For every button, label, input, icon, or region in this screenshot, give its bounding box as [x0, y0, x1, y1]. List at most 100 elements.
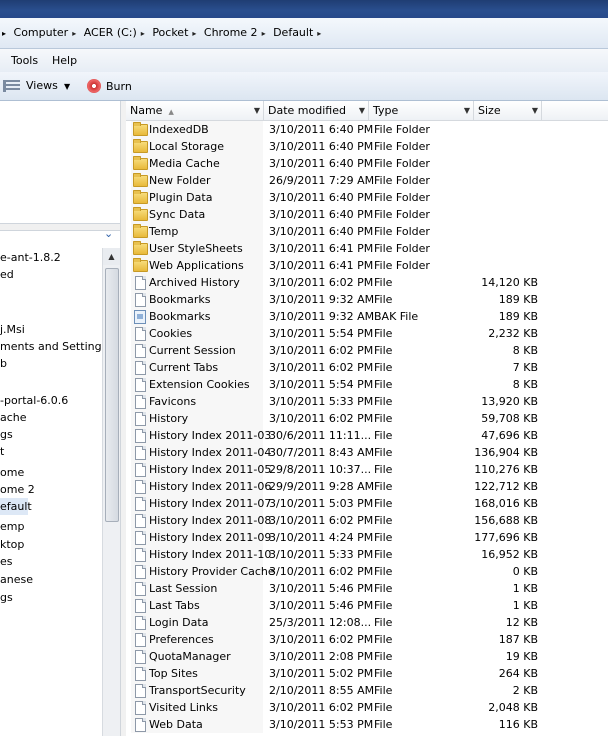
- folder-tree-item[interactable]: CLE.BIN: [0, 231, 43, 232]
- column-filter-arrow-icon[interactable]: ▼: [254, 101, 260, 120]
- file-row[interactable]: New Folder 26/9/2011 7:29 AM File Folder: [126, 172, 608, 189]
- navigation-pane: ⌄ :)CLE.BINe-ant-1.8.2edj.Msiments and S…: [0, 101, 121, 736]
- breadcrumb-item-pocket[interactable]: Pocket ▸: [152, 26, 196, 39]
- file-row[interactable]: Visited Links 3/10/2011 6:02 PM File 2,048 …: [126, 699, 608, 716]
- scroll-thumb[interactable]: [105, 268, 119, 522]
- file-row[interactable]: History Provider Cache 3/10/2011 6:02 PM F…: [126, 563, 608, 580]
- views-button[interactable]: Views: [3, 79, 58, 92]
- file-type: File: [374, 718, 393, 731]
- file-type: File: [374, 293, 393, 306]
- folder-tree-item[interactable]: ome: [0, 464, 24, 481]
- column-filter-arrow-icon[interactable]: ▼: [532, 101, 538, 120]
- column-header-date-modified[interactable]: Date modified ▼: [264, 101, 369, 120]
- file-size: 14,120 KB: [481, 276, 538, 289]
- file-row[interactable]: Cookies 3/10/2011 5:54 PM File 2,232 KB: [126, 325, 608, 342]
- folder-tree-item[interactable]: es: [0, 553, 13, 570]
- file-row[interactable]: Media Cache 3/10/2011 6:40 PM File Folder: [126, 155, 608, 172]
- file-row[interactable]: Current Session 3/10/2011 6:02 PM File 8 KB: [126, 342, 608, 359]
- file-row[interactable]: Bookmarks 3/10/2011 9:32 AM File 189 KB: [126, 291, 608, 308]
- folder-tree-item[interactable]: ome 2: [0, 481, 35, 498]
- folder-tree-scrollbar[interactable]: ▲: [102, 248, 120, 736]
- file-row[interactable]: TransportSecurity 2/10/2011 8:55 AM File 2 …: [126, 682, 608, 699]
- folder-tree-item[interactable]: efault: [0, 498, 32, 515]
- breadcrumb-item-acer[interactable]: ACER (C:) ▸: [84, 26, 145, 39]
- file-row[interactable]: History Index 2011-08 3/10/2011 6:02 PM Fi…: [126, 512, 608, 529]
- file-row[interactable]: History 3/10/2011 6:02 PM File 59,708 KB: [126, 410, 608, 427]
- folder-tree-item[interactable]: j.Msi: [0, 321, 25, 338]
- folder-tree-item[interactable]: b: [0, 355, 7, 372]
- file-icon: [135, 599, 146, 613]
- column-header-size[interactable]: Size ▼: [474, 101, 542, 120]
- column-header-name-label: Name: [130, 104, 163, 117]
- breadcrumb-item-computer[interactable]: Computer ▸: [14, 26, 77, 39]
- file-row[interactable]: IndexedDB 3/10/2011 6:40 PM File Folder: [126, 121, 608, 138]
- file-row[interactable]: History Index 2011-09 3/10/2011 4:24 PM Fi…: [126, 529, 608, 546]
- file-row[interactable]: History Index 2011-05 29/8/2011 10:37... F…: [126, 461, 608, 478]
- chevron-right-icon[interactable]: ▸: [141, 29, 145, 38]
- file-icon: [135, 650, 146, 664]
- menu-tools[interactable]: Tools: [11, 54, 38, 67]
- file-row[interactable]: Last Tabs 3/10/2011 5:46 PM File 1 KB: [126, 597, 608, 614]
- scroll-up-arrow-icon[interactable]: ▲: [103, 248, 120, 265]
- chevron-right-icon[interactable]: ▸: [262, 29, 266, 38]
- folder-tree-item[interactable]: ache: [0, 409, 27, 426]
- file-date-modified: 3/10/2011 6:40 PM: [269, 208, 374, 221]
- file-row[interactable]: History Index 2011-06 29/9/2011 9:28 AM Fi…: [126, 478, 608, 495]
- file-row[interactable]: Favicons 3/10/2011 5:33 PM File 13,920 KB: [126, 393, 608, 410]
- bak-file-icon: [134, 310, 146, 324]
- breadcrumb-chevron-icon[interactable]: ▸: [2, 29, 6, 38]
- breadcrumb-item-default[interactable]: Default ▸: [273, 26, 321, 39]
- file-icon: [135, 497, 146, 511]
- file-row[interactable]: User StyleSheets 3/10/2011 6:41 PM File Fo…: [126, 240, 608, 257]
- file-row[interactable]: Web Data 3/10/2011 5:53 PM File 116 KB: [126, 716, 608, 733]
- file-row[interactable]: History Index 2011-04 30/7/2011 8:43 AM Fi…: [126, 444, 608, 461]
- file-type: File: [374, 667, 393, 680]
- address-bar[interactable]: ▸ Computer ▸ ACER (C:) ▸ Pocket ▸ Chrome 2 ▸…: [0, 18, 608, 49]
- chevron-right-icon[interactable]: ▸: [192, 29, 196, 38]
- folder-tree-item[interactable]: emp: [0, 518, 24, 535]
- folder-tree-item[interactable]: ed: [0, 266, 14, 283]
- column-header-name[interactable]: Name ▲ ▼: [126, 101, 264, 120]
- folder-tree-item[interactable]: gs: [0, 589, 13, 606]
- file-row[interactable]: Extension Cookies 3/10/2011 5:54 PM File 8 …: [126, 376, 608, 393]
- column-filter-arrow-icon[interactable]: ▼: [464, 101, 470, 120]
- burn-button[interactable]: Burn: [87, 79, 132, 93]
- file-row[interactable]: Web Applications 3/10/2011 6:41 PM File Fo…: [126, 257, 608, 274]
- file-row[interactable]: History Index 2011-10 3/10/2011 5:33 PM Fi…: [126, 546, 608, 563]
- file-row[interactable]: Bookmarks 3/10/2011 9:32 AM BAK File 189 KB: [126, 308, 608, 325]
- file-type: File: [374, 616, 393, 629]
- file-row[interactable]: Top Sites 3/10/2011 5:02 PM File 264 KB: [126, 665, 608, 682]
- folder-tree-item[interactable]: ments and Settings: [0, 338, 102, 355]
- folder-tree-item[interactable]: -portal-6.0.6: [0, 392, 68, 409]
- file-row[interactable]: Sync Data 3/10/2011 6:40 PM File Folder: [126, 206, 608, 223]
- chevron-right-icon[interactable]: ▸: [317, 29, 321, 38]
- file-row[interactable]: Local Storage 3/10/2011 6:40 PM File Folde…: [126, 138, 608, 155]
- folder-tree-item[interactable]: anese: [0, 571, 33, 588]
- file-row[interactable]: History Index 2011-07 3/10/2011 5:03 PM Fi…: [126, 495, 608, 512]
- file-row[interactable]: Preferences 3/10/2011 6:02 PM File 187 KB: [126, 631, 608, 648]
- file-name: User StyleSheets: [149, 242, 243, 255]
- folder-tree-item[interactable]: e-ant-1.8.2: [0, 249, 61, 266]
- menu-help[interactable]: Help: [52, 54, 77, 67]
- file-type: File Folder: [374, 157, 430, 170]
- chevron-down-icon[interactable]: ⌄: [104, 227, 113, 240]
- file-row[interactable]: Archived History 3/10/2011 6:02 PM File 14,…: [126, 274, 608, 291]
- breadcrumb-label: Pocket: [152, 26, 189, 39]
- folder-tree-item[interactable]: ktop: [0, 536, 24, 553]
- file-row[interactable]: Last Session 3/10/2011 5:46 PM File 1 KB: [126, 580, 608, 597]
- file-row[interactable]: Plugin Data 3/10/2011 6:40 PM File Folder: [126, 189, 608, 206]
- file-row[interactable]: QuotaManager 3/10/2011 2:08 PM File 19 KB: [126, 648, 608, 665]
- file-row[interactable]: History Index 2011-03 30/6/2011 11:11... F…: [126, 427, 608, 444]
- folder-tree-item[interactable]: gs: [0, 426, 13, 443]
- breadcrumb-item-chrome-2[interactable]: Chrome 2 ▸: [204, 26, 266, 39]
- chevron-right-icon[interactable]: ▸: [72, 29, 76, 38]
- nav-pane-divider[interactable]: [0, 223, 120, 231]
- column-filter-arrow-icon[interactable]: ▼: [359, 101, 365, 120]
- views-dropdown-arrow-icon[interactable]: ▼: [64, 82, 70, 91]
- folder-tree-item[interactable]: t: [0, 443, 4, 460]
- column-header-type[interactable]: Type ▼: [369, 101, 474, 120]
- file-name: Bookmarks: [149, 310, 211, 323]
- file-row[interactable]: Temp 3/10/2011 6:40 PM File Folder: [126, 223, 608, 240]
- file-row[interactable]: Current Tabs 3/10/2011 6:02 PM File 7 KB: [126, 359, 608, 376]
- file-row[interactable]: Login Data 25/3/2011 12:08... File 12 KB: [126, 614, 608, 631]
